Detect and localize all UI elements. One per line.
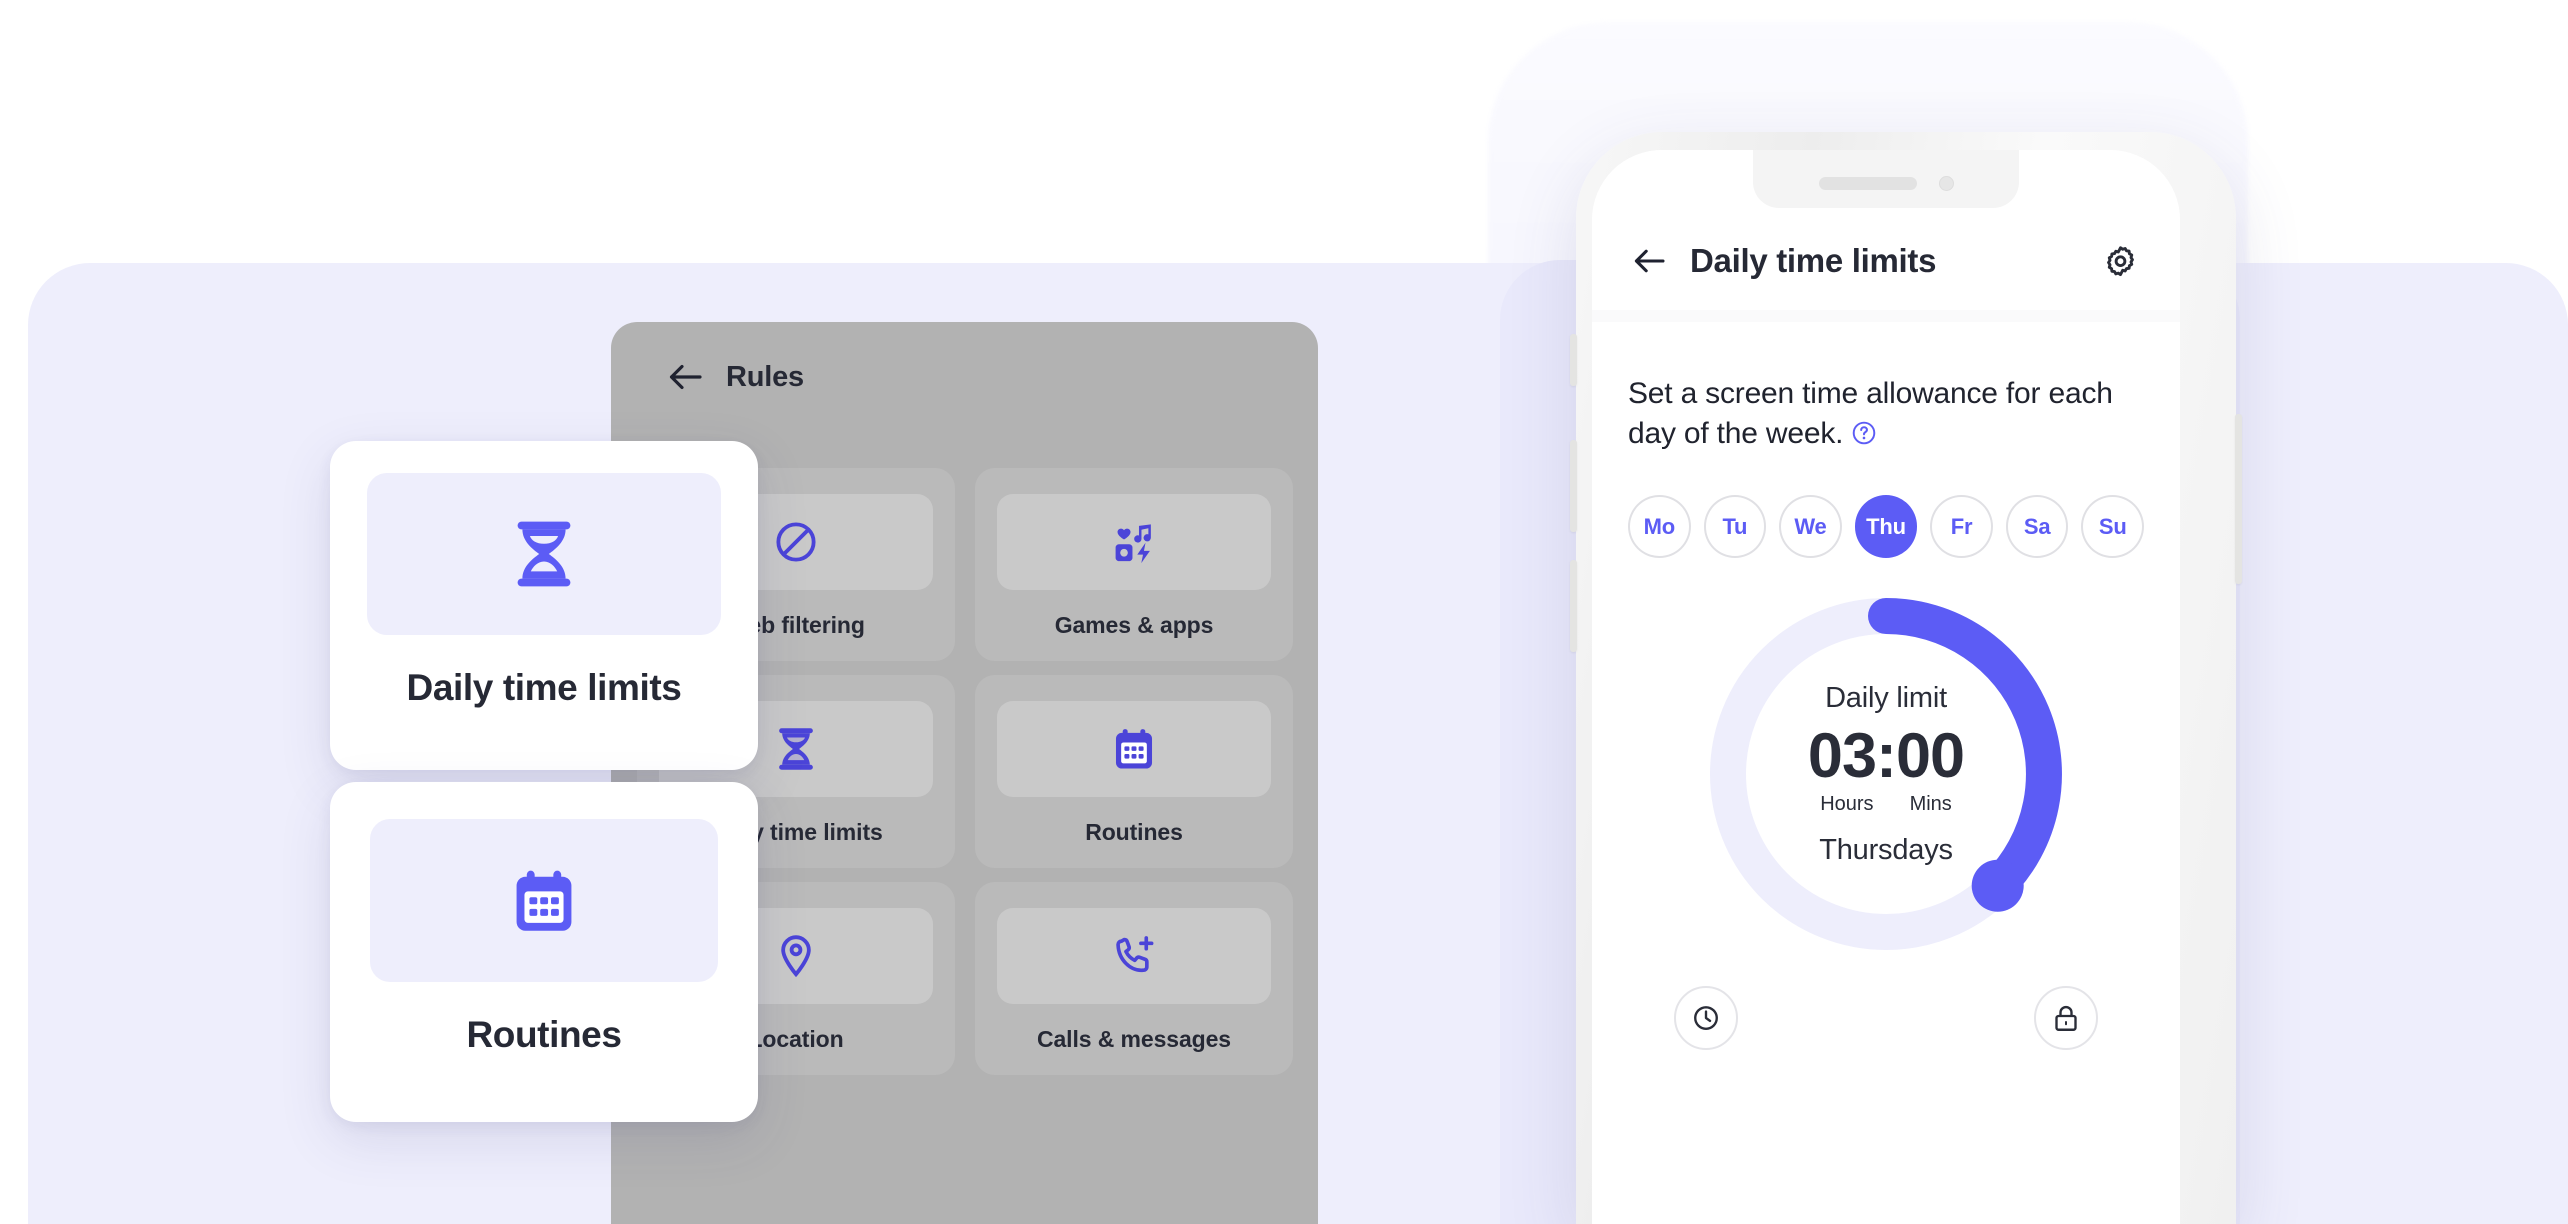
rule-label: Calls & messages (1036, 1026, 1231, 1052)
phone-plus-icon (1116, 936, 1154, 973)
daily-limit-dial[interactable]: Daily limit 03:00 Hours Mins Thursdays (1702, 590, 2070, 958)
phone-silence-switch[interactable] (1570, 334, 1577, 386)
clock-button[interactable] (1674, 986, 1738, 1051)
rule-label: Routines (1085, 819, 1183, 845)
feature-card-routines[interactable]: Routines (330, 782, 758, 1122)
phone-power-button[interactable] (2235, 414, 2242, 584)
hourglass-icon (779, 728, 813, 770)
dial-center: Daily limit 03:00 Hours Mins Thursdays (1702, 590, 2070, 958)
rules-title: Rules (726, 360, 804, 393)
header-divider (1592, 310, 2180, 322)
rule-thumb (997, 494, 1271, 590)
screenshot-stage: Rules Web filtering Games & apps Daily t… (0, 0, 2568, 1224)
day-pill-we[interactable]: We (1779, 495, 1842, 559)
hourglass-icon (517, 521, 571, 587)
games-apps-icon (1115, 524, 1151, 564)
dial-unit-mins: Mins (1909, 793, 1952, 816)
feature-card-daily-time-limits[interactable]: Daily time limits (330, 441, 758, 770)
phone-volume-up-button[interactable] (1570, 440, 1577, 532)
rule-thumb (997, 701, 1271, 797)
page-title: Daily time limits (1690, 242, 1937, 279)
feature-card-thumb (367, 473, 721, 635)
day-pill-sa[interactable]: Sa (2005, 495, 2069, 559)
app-body: Set a screen time allowance for each day… (1592, 322, 2180, 1224)
map-pin-icon (781, 935, 811, 978)
app-header-left: Daily time limits (1632, 242, 1936, 280)
gear-icon[interactable] (2103, 245, 2138, 280)
day-pill-thu[interactable]: Thu (1854, 495, 1918, 559)
rule-tile-games-apps[interactable]: Games & apps (975, 468, 1293, 661)
feature-card-thumb (370, 819, 718, 982)
no-entry-icon (776, 522, 816, 562)
dial-units: Hours Mins (1820, 793, 1952, 816)
day-selector: Mo Tu We Thu Fr Sa Su (1628, 495, 2145, 559)
rule-thumb (997, 908, 1271, 1004)
phone-mockup: Daily time limits Set a screen time allo… (1556, 132, 2256, 1224)
clock-icon (1694, 1006, 1718, 1031)
lock-icon (2055, 1006, 2077, 1032)
feature-card-label: Daily time limits (406, 667, 682, 708)
calendar-icon (516, 870, 572, 931)
notch-speaker (1818, 176, 1917, 190)
intro-text: Set a screen time allowance for each day… (1628, 374, 2144, 457)
dial-day-label: Thursdays (1819, 834, 1953, 867)
day-pill-fr[interactable]: Fr (1930, 495, 1993, 559)
dial-title: Daily limit (1825, 681, 1947, 714)
feature-card-label: Routines (466, 1014, 622, 1055)
dial-value: 03:00 (1807, 720, 1965, 791)
phone-screen: Daily time limits Set a screen time allo… (1592, 150, 2180, 1224)
notch-camera (1938, 175, 1954, 191)
day-pill-mo[interactable]: Mo (1628, 495, 1691, 559)
rule-tile-calls-messages[interactable]: Calls & messages (975, 882, 1293, 1075)
dial-bottom-actions (1628, 986, 2144, 1051)
question-circle-icon[interactable] (1851, 417, 1877, 457)
rules-header: Rules (611, 322, 1318, 432)
lock-button[interactable] (2034, 986, 2098, 1051)
arrow-left-icon[interactable] (666, 362, 704, 392)
rule-label: Games & apps (1054, 612, 1214, 638)
dial-unit-hours: Hours (1820, 793, 1874, 816)
rule-label: Location (748, 1026, 844, 1052)
day-pill-su[interactable]: Su (2081, 495, 2145, 559)
arrow-left-icon[interactable] (1632, 247, 1666, 275)
rule-tile-routines[interactable]: Routines (975, 675, 1293, 868)
day-pill-tu[interactable]: Tu (1703, 495, 1767, 559)
phone-notch (1753, 150, 2019, 208)
calendar-icon (1115, 729, 1153, 769)
phone-volume-down-button[interactable] (1570, 560, 1577, 652)
